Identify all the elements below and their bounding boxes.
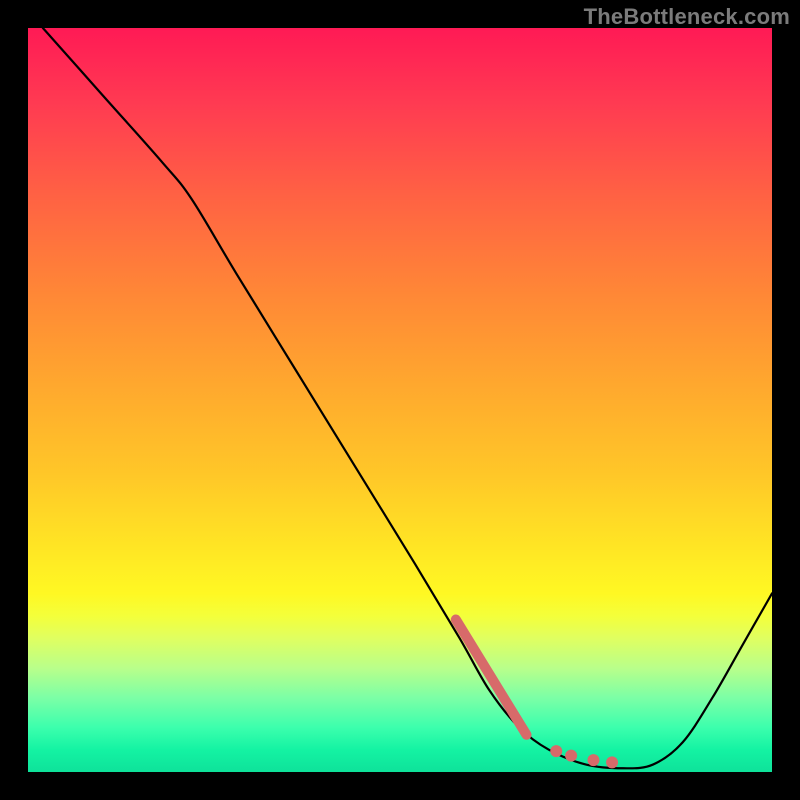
highlight-dot — [565, 750, 577, 762]
chart-svg — [28, 28, 772, 772]
highlight-dot — [587, 754, 599, 766]
highlight-segment — [456, 619, 527, 734]
highlight-dot — [550, 745, 562, 757]
chart-area — [28, 28, 772, 772]
highlight-dots — [550, 745, 618, 768]
bottleneck-curve — [43, 28, 772, 768]
highlight-dot — [606, 756, 618, 768]
watermark-text: TheBottleneck.com — [584, 4, 790, 30]
